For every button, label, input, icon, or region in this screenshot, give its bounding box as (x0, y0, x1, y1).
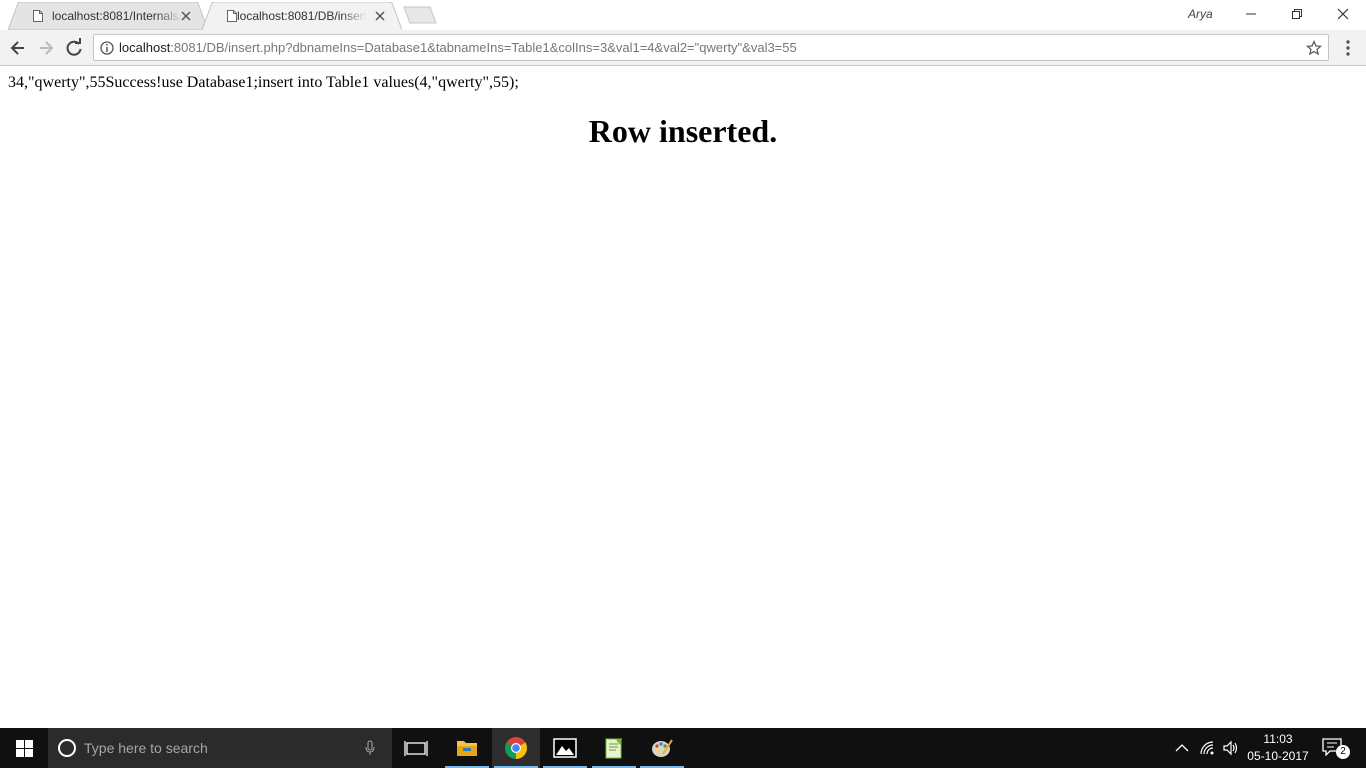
page-content: 34,"qwerty",55Success!use Database1;inse… (0, 67, 1366, 728)
action-center-button[interactable]: 2 (1322, 738, 1350, 760)
windows-taskbar: Type here to search 11:03 05-10-2017 2 (0, 728, 1366, 768)
close-tab-icon[interactable] (180, 10, 192, 22)
search-placeholder: Type here to search (84, 740, 208, 756)
bookmark-star-icon[interactable] (1306, 40, 1322, 56)
new-tab-button[interactable] (398, 6, 438, 24)
tab-internals[interactable]: localhost:8081/Internals/ (8, 2, 208, 30)
reload-icon[interactable] (64, 38, 84, 58)
microphone-icon[interactable] (364, 740, 376, 756)
task-view-button[interactable] (392, 728, 440, 768)
paint-palette-icon (652, 739, 673, 757)
browser-toolbar: localhost:8081/DB/insert.php?dbnameIns=D… (0, 30, 1366, 66)
cortana-icon (58, 739, 76, 757)
clock-time: 11:03 (1263, 732, 1293, 746)
minimize-icon (1246, 13, 1256, 15)
tab-title: localhost:8081/Internals/ (52, 9, 182, 23)
windows-logo-icon (16, 740, 33, 757)
page-icon (33, 10, 43, 22)
address-bar-url[interactable]: localhost:8081/DB/insert.php?dbnameIns=D… (119, 40, 797, 56)
url-host: localhost (119, 40, 171, 55)
start-button[interactable] (0, 728, 48, 768)
paint-button[interactable] (638, 728, 686, 768)
page-icon (227, 10, 237, 22)
chrome-icon (505, 737, 527, 759)
close-window-button[interactable] (1320, 0, 1366, 28)
query-output-text: 34,"qwerty",55Success!use Database1;inse… (8, 74, 519, 91)
notepad-plus-plus-button[interactable] (590, 728, 638, 768)
tab-insert[interactable]: localhost:8081/DB/insert.php (202, 2, 402, 30)
browser-title-bar: localhost:8081/Internals/ localhost:8081… (0, 0, 1366, 30)
close-tab-icon[interactable] (374, 10, 386, 22)
back-arrow-icon[interactable] (8, 38, 28, 58)
profile-name[interactable]: Arya (1188, 7, 1213, 21)
info-icon[interactable] (100, 41, 114, 55)
wifi-icon[interactable] (1199, 740, 1217, 756)
volume-icon[interactable] (1222, 740, 1240, 756)
tab-title: localhost:8081/DB/insert.php (237, 9, 367, 23)
close-icon (1337, 8, 1349, 20)
notepad-icon (605, 738, 622, 759)
folder-icon (457, 741, 477, 756)
page-heading: Row inserted. (588, 113, 778, 149)
chevron-up-icon[interactable] (1175, 742, 1189, 754)
minimize-button[interactable] (1228, 0, 1274, 28)
taskbar-clock[interactable]: 11:03 05-10-2017 (1240, 731, 1316, 765)
file-explorer-button[interactable] (443, 728, 491, 768)
clock-date: 05-10-2017 (1247, 749, 1309, 763)
photos-button[interactable] (541, 728, 589, 768)
chrome-button[interactable] (492, 728, 540, 768)
taskbar-search-box[interactable]: Type here to search (48, 728, 392, 768)
task-view-icon (404, 741, 428, 756)
url-path: :8081/DB/insert.php?dbnameIns=Database1&… (170, 40, 797, 55)
photos-icon (553, 738, 577, 758)
forward-arrow-icon[interactable] (36, 38, 56, 58)
restore-icon (1292, 9, 1302, 19)
menu-dots-icon[interactable] (1340, 38, 1356, 58)
restore-button[interactable] (1274, 0, 1320, 28)
notification-count-badge: 2 (1336, 745, 1350, 759)
address-bar[interactable]: localhost:8081/DB/insert.php?dbnameIns=D… (93, 34, 1329, 61)
